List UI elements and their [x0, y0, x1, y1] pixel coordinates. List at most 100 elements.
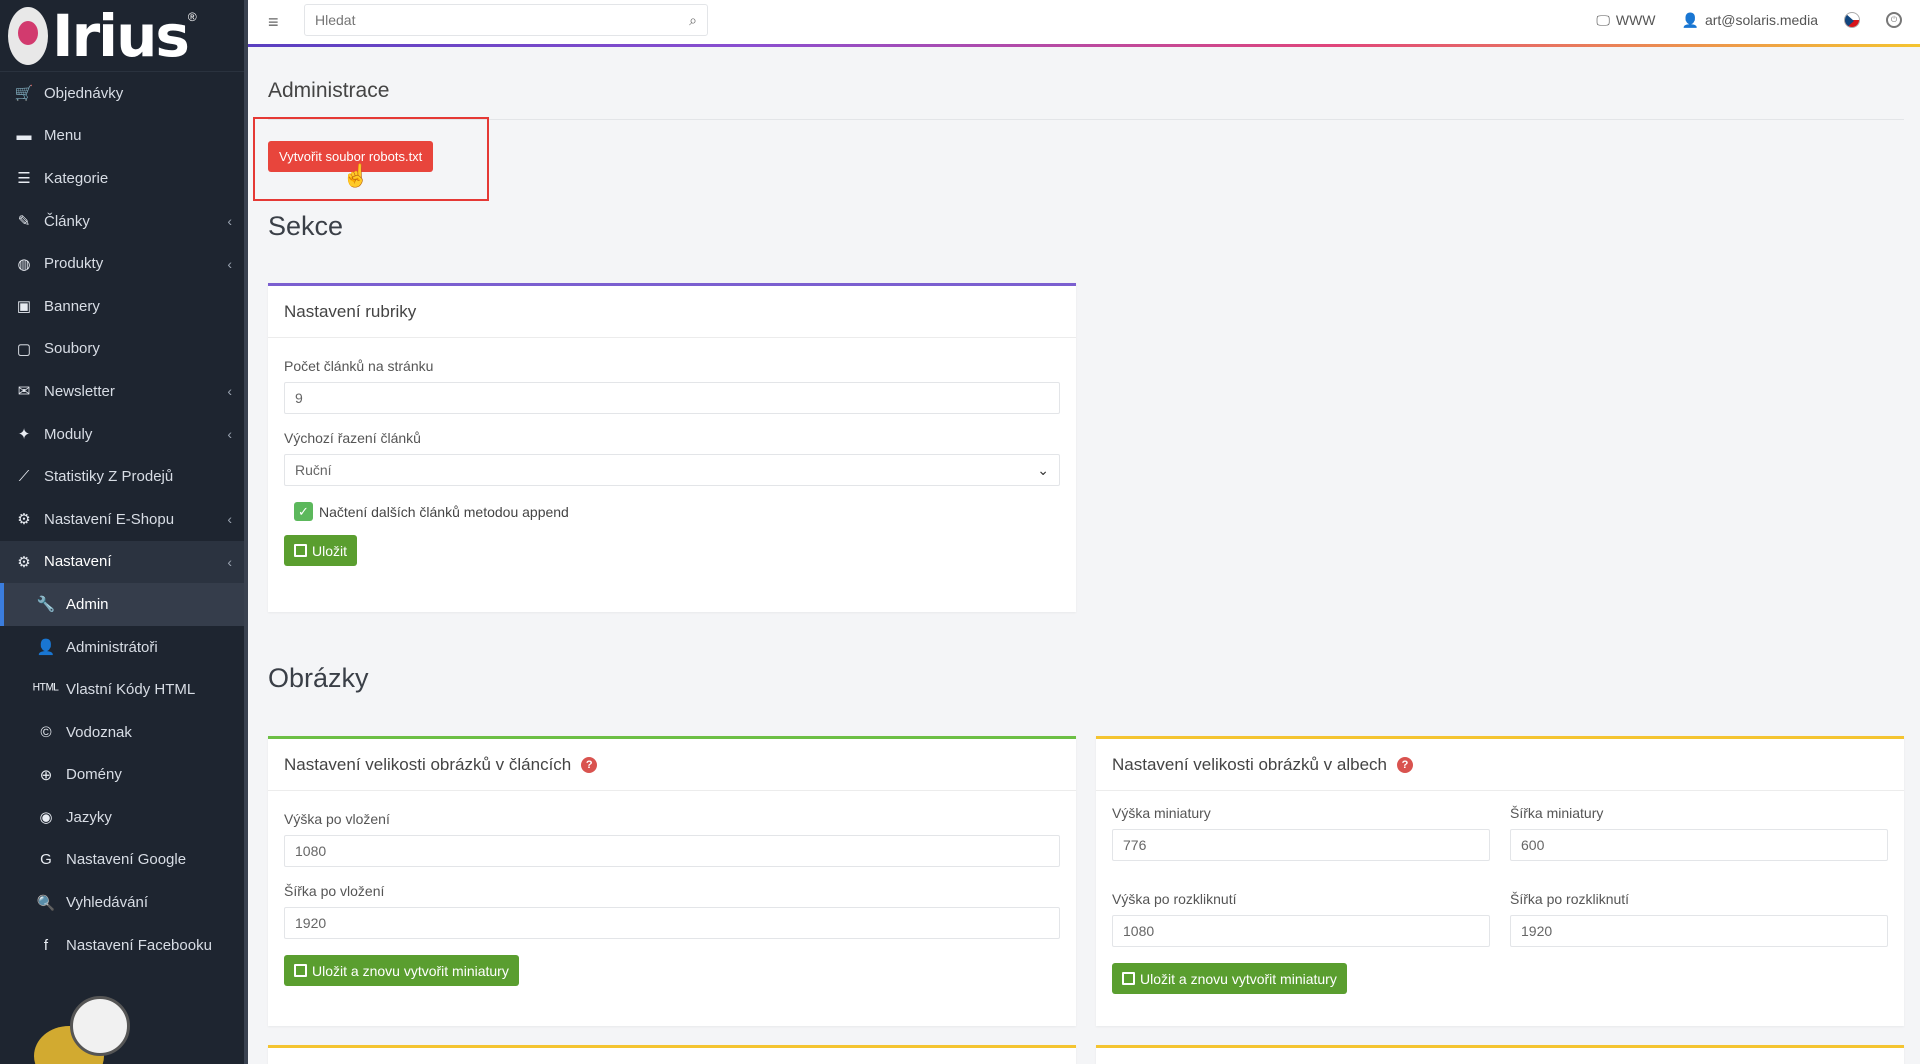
thumb-height-input[interactable]: 776 [1112, 829, 1490, 861]
sidebar-submenu-nastaveni: 🔧 Admin 👤 Administrátoři ᴴᵀᴹᴸ Vlastní Kódy … [0, 583, 248, 966]
sidebar-subitem-vodoznak[interactable]: © Vodoznak [0, 711, 248, 754]
thumb-width-input[interactable]: 600 [1510, 829, 1888, 861]
sidebar-item-label: Bannery [44, 297, 100, 315]
menu-toggle-icon[interactable]: ≡ [268, 12, 279, 33]
search-icon[interactable]: ⌕ [689, 12, 697, 29]
envelope-icon: ✉ [17, 383, 31, 401]
pencil-icon: ✎ [17, 213, 31, 231]
save-regenerate-button[interactable]: Uložit a znovu vytvořit miniatury [284, 955, 519, 986]
sidebar-item-label: Nastavení Google [66, 851, 187, 869]
search-input[interactable] [315, 12, 690, 28]
title-divider [268, 119, 1904, 120]
sidebar-item-label: Jazyky [66, 808, 112, 826]
image-icon: ▣ [16, 298, 32, 316]
floppy-disk-icon [1122, 972, 1135, 985]
user-menu[interactable]: 👤 art@solaris.media [1682, 12, 1818, 29]
sidebar-scrollbar[interactable] [244, 0, 248, 1064]
sidebar-item-objednavky[interactable]: 🛒 Objednávky [0, 72, 248, 115]
width-after-insert-input[interactable]: 1920 [284, 907, 1060, 939]
google-icon: G [40, 851, 52, 869]
help-icon[interactable]: ? [581, 756, 598, 773]
sidebar-subitem-nastaveni-facebooku[interactable]: f Nastavení Facebooku [0, 924, 248, 967]
sidebar-item-label: Články [44, 212, 90, 230]
open-width-input[interactable]: 1920 [1510, 915, 1888, 947]
sidebar-item-menu[interactable]: ▬ Menu [0, 115, 248, 158]
save-button-label: Uložit a znovu vytvořit miniatury [312, 962, 509, 979]
globe-icon: ⊕ [39, 766, 53, 784]
sidebar-item-nastaveni-eshopu[interactable]: ⚙ Nastavení E-Shopu ‹ [0, 498, 248, 541]
sidebar-subitem-vyhledavani[interactable]: 🔍 Vyhledávání [0, 881, 248, 924]
open-width-group: Šířka po rozkliknutí 1920 [1510, 891, 1888, 963]
articles-per-page-input[interactable]: 9 [284, 382, 1060, 414]
search-icon: 🔍 [36, 894, 56, 912]
sidebar-item-nastaveni[interactable]: ⚙ Nastavení ‹ [0, 540, 248, 584]
user-email: art@solaris.media [1704, 12, 1818, 28]
card-title: Nastavení rubriky [268, 286, 1076, 338]
sidebar-subitem-jazyky[interactable]: ◉ Jazyky [0, 796, 248, 839]
default-order-label: Výchozí řazení článků [284, 430, 421, 446]
chevron-left-icon: ‹ [227, 511, 232, 528]
sidebar-subitem-administratori[interactable]: 👤 Administrátoři [0, 626, 248, 669]
height-after-insert-input[interactable]: 1080 [284, 835, 1060, 867]
section-title-obrazky: Obrázky [268, 663, 369, 693]
sidebar-item-label: Nastavení Facebooku [66, 936, 212, 954]
card-header: Nastavení velikosti obrázků v článcích? [268, 739, 1076, 791]
sidebar-subitem-nastaveni-google[interactable]: G Nastavení Google [0, 839, 248, 882]
topbar: ≡ ⌕ 🖵 WWW 👤 art@solaris.media ⏻ [248, 0, 1920, 44]
help-icon[interactable]: ? [1396, 756, 1413, 773]
sidebar-item-label: Statistiky Z Prodejů [44, 468, 174, 486]
language-icon: ◉ [39, 809, 53, 827]
sidebar-item-soubory[interactable]: ▢ Soubory [0, 328, 248, 371]
logo[interactable]: Irius ® [0, 0, 248, 72]
sidebar-item-label: Vyhledávání [66, 894, 149, 912]
sidebar-item-label: Administrátoři [66, 638, 158, 656]
chevron-left-icon: ‹ [227, 553, 232, 570]
sidebar-item-statistiky[interactable]: ⟋ Statistiky Z Prodejů [0, 455, 248, 498]
sidebar-item-label: Objednávky [44, 84, 124, 102]
sidebar-item-produkty[interactable]: ◍ Produkty ‹ [0, 242, 248, 285]
chevron-left-icon: ‹ [227, 213, 232, 230]
sidebar-item-moduly[interactable]: ✦ Moduly ‹ [0, 413, 248, 456]
articles-per-page-label: Počet článků na stránku [284, 358, 434, 374]
cogs-icon: ⚙ [17, 511, 31, 529]
sidebar-item-label: Moduly [44, 425, 93, 443]
sidebar-item-label: Kategorie [44, 169, 109, 187]
save-regenerate-button[interactable]: Uložit a znovu vytvořit miniatury [1112, 963, 1347, 994]
article-images-card: Nastavení velikosti obrázků v článcích? … [268, 736, 1076, 1026]
czech-flag-icon[interactable] [1844, 12, 1860, 28]
sidebar-item-kategorie[interactable]: ☰ Kategorie [0, 157, 248, 200]
rubrika-settings-card: Nastavení rubriky Počet článků na stránk… [268, 283, 1076, 612]
field-value: 1920 [1521, 923, 1553, 939]
list-icon: ☰ [17, 170, 31, 188]
default-order-select[interactable]: Ruční ⌄ [284, 454, 1060, 486]
sidebar-item-newsletter[interactable]: ✉ Newsletter ‹ [0, 370, 248, 413]
search-box: ⌕ [304, 4, 708, 36]
www-link[interactable]: 🖵 WWW [1596, 12, 1655, 29]
floppy-disk-icon [294, 544, 307, 557]
open-height-input[interactable]: 1080 [1112, 915, 1490, 947]
save-button[interactable]: Uložit [284, 535, 358, 566]
sidebar-subitem-vlastni-kody[interactable]: ᴴᵀᴹᴸ Vlastní Kódy HTML [0, 668, 248, 711]
chevron-left-icon: ‹ [227, 383, 232, 400]
sidebar-nav: 🛒 Objednávky ▬ Menu ☰ Kategorie ✎ Články ‹ ◍ P… [0, 72, 248, 584]
append-loading-checkbox-row: ✓ Načtení dalších článků metodou append [294, 502, 1060, 521]
open-width-label: Šířka po rozkliknutí [1510, 891, 1630, 907]
power-icon[interactable]: ⏻ [1886, 12, 1902, 28]
thumb-width-group: Šířka miniatury 600 [1510, 805, 1888, 891]
sidebar-item-label: Nastavení E-Shopu [44, 510, 175, 528]
save-button-label: Uložit [312, 542, 348, 559]
field-value: 9 [295, 390, 303, 406]
chevron-down-icon: ⌄ [1037, 461, 1049, 478]
append-loading-label: Načtení dalších článků metodou append [319, 503, 569, 520]
mascot-head [70, 996, 130, 1056]
card-accent-bar [1096, 1045, 1904, 1048]
sidebar-subitem-admin[interactable]: 🔧 Admin [0, 583, 248, 626]
open-size-row: Výška po rozkliknutí 1080 Šířka po rozkl… [1112, 891, 1888, 963]
file-icon: ▢ [16, 340, 32, 358]
sidebar-item-bannery[interactable]: ▣ Bannery [0, 285, 248, 328]
sidebar-subitem-domeny[interactable]: ⊕ Domény [0, 754, 248, 797]
next-card-right [1096, 1045, 1904, 1064]
sidebar-item-clanky[interactable]: ✎ Články ‹ [0, 200, 248, 243]
append-loading-checkbox[interactable]: ✓ [294, 502, 313, 521]
field-value: 776 [1123, 837, 1147, 853]
